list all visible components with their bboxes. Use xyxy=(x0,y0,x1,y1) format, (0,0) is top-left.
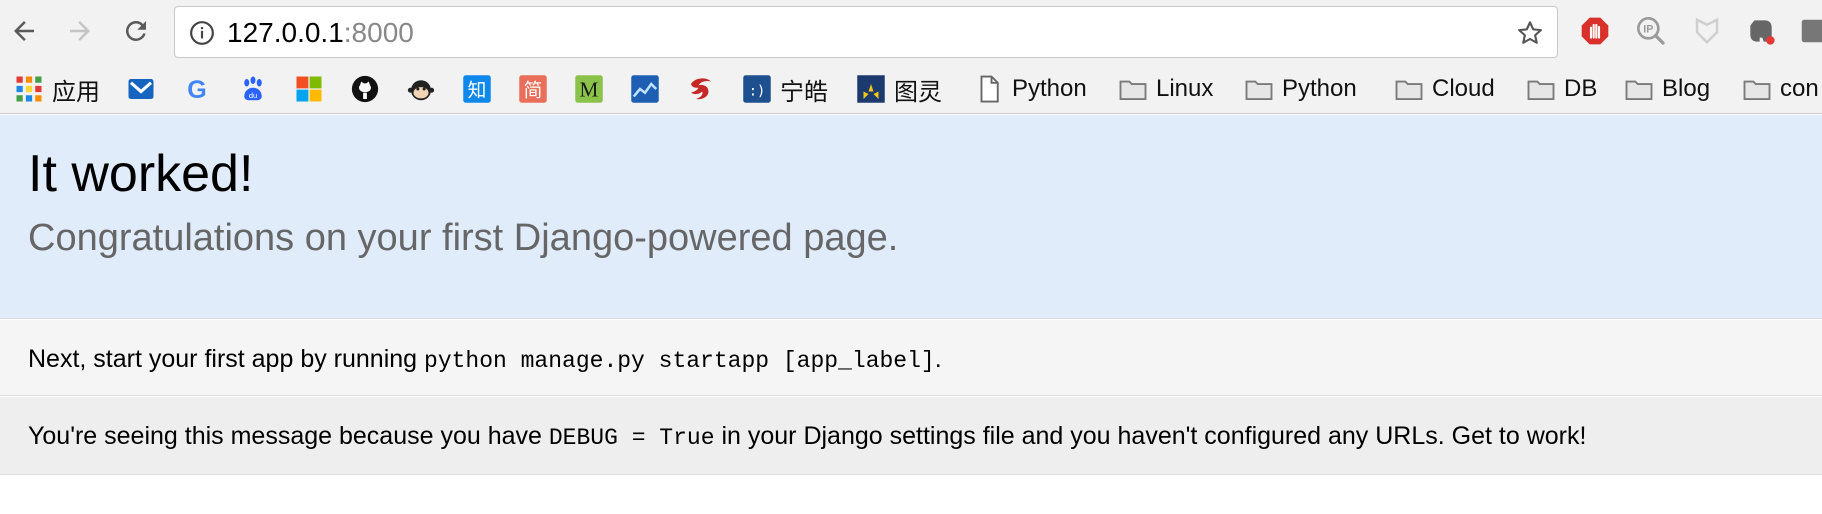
bookmark-folder-linux[interactable]: Linux xyxy=(1118,64,1214,113)
bookmark-label: con xyxy=(1780,75,1819,102)
ninghao-icon: :) xyxy=(742,74,772,104)
instructions-before: Next, start your first app by running xyxy=(28,345,425,373)
red-logo-icon xyxy=(686,74,716,104)
bookmark-folder-con[interactable]: con xyxy=(1742,64,1819,113)
explanation-text: You're seeing this message because you h… xyxy=(28,421,1586,453)
bookmark-google[interactable]: G xyxy=(182,64,212,113)
extension-evernote[interactable] xyxy=(1744,14,1778,48)
extension-ip[interactable]: IP xyxy=(1634,14,1668,48)
mail-icon xyxy=(126,74,156,104)
explanation-section: You're seeing this message because you h… xyxy=(0,397,1822,475)
m-icon: M xyxy=(574,74,604,104)
google-icon: G xyxy=(182,74,212,104)
bookmark-jianshu[interactable]: 简 xyxy=(518,64,548,113)
github-icon xyxy=(350,74,380,104)
reload-button[interactable] xyxy=(118,12,154,50)
bookmark-label: DB xyxy=(1564,75,1598,102)
instructions-section: Next, start your first app by running py… xyxy=(0,320,1822,396)
elephant-icon xyxy=(1750,20,1775,45)
browser-toolbar: 127.0.0.1:8000 IP xyxy=(0,0,1822,64)
bookmark-label: Cloud xyxy=(1432,75,1495,102)
debug-setting: DEBUG = True xyxy=(548,425,715,451)
turing-icon xyxy=(856,74,886,104)
url-host: 127.0.0.1 xyxy=(227,17,344,48)
bookmark-folder-db[interactable]: DB xyxy=(1526,64,1598,113)
page-title: It worked! xyxy=(28,145,254,203)
bookmark-label: 宁皓 xyxy=(780,78,828,106)
bookmark-label: Python xyxy=(1282,75,1357,102)
bookmark-chart[interactable] xyxy=(630,64,660,113)
explanation-after: in your Django settings file and you hav… xyxy=(714,422,1587,450)
shield-icon xyxy=(1695,17,1719,45)
bookmark-star-icon[interactable] xyxy=(1515,18,1545,48)
instructions-after: . xyxy=(934,345,942,373)
bookmark-folder-python[interactable]: Python xyxy=(1244,64,1357,113)
bookmark-folder-cloud[interactable]: Cloud xyxy=(1394,64,1495,113)
summary-section: It worked! Congratulations on your first… xyxy=(0,115,1822,319)
jianshu-icon: 简 xyxy=(518,74,548,104)
page-icon xyxy=(974,74,1004,104)
forward-button[interactable] xyxy=(62,12,98,50)
extension-overflow[interactable] xyxy=(1796,14,1822,48)
extension-adblock[interactable] xyxy=(1578,14,1612,48)
url-text[interactable]: 127.0.0.1:8000 xyxy=(227,17,414,49)
microsoft-icon xyxy=(294,74,324,104)
bookmark-monkey[interactable] xyxy=(406,64,436,113)
bookmark-label: 应用 xyxy=(52,78,100,106)
url-port: :8000 xyxy=(343,17,414,48)
svg-text:G: G xyxy=(187,76,206,104)
bookmark-github[interactable] xyxy=(350,64,380,113)
svg-text:简: 简 xyxy=(524,80,543,102)
bookmark-python-page[interactable]: Python xyxy=(974,64,1087,113)
extension-icon xyxy=(1801,19,1822,43)
bookmark-apps[interactable]: 应用 xyxy=(14,64,100,113)
folder-icon xyxy=(1394,74,1424,104)
bookmark-folder-blog[interactable]: Blog xyxy=(1624,64,1711,113)
bookmark-baidu[interactable]: du xyxy=(238,64,268,113)
instructions-text: Next, start your first app by running py… xyxy=(28,344,942,376)
baidu-icon: du xyxy=(238,74,268,104)
page-subtitle: Congratulations on your first Django-pow… xyxy=(28,217,899,259)
bookmarks-bar: 应用 G du 知 简 M :) 宁皓 图灵 Python Linux Pyth… xyxy=(0,64,1822,114)
folder-icon xyxy=(1526,74,1556,104)
zhihu-icon: 知 xyxy=(462,74,492,104)
bookmark-zhihu[interactable]: 知 xyxy=(462,64,492,113)
back-button[interactable] xyxy=(6,12,42,50)
bookmark-label: Blog xyxy=(1662,75,1711,102)
chart-icon xyxy=(630,74,660,104)
reload-icon xyxy=(125,20,146,41)
address-bar[interactable]: 127.0.0.1:8000 xyxy=(174,6,1558,58)
apps-grid-icon xyxy=(14,74,44,104)
startapp-command: python manage.py startapp [app_label] xyxy=(424,348,935,374)
svg-text:du: du xyxy=(249,91,257,100)
explanation-before: You're seeing this message because you h… xyxy=(28,422,549,450)
folder-icon xyxy=(1624,74,1654,104)
folder-icon xyxy=(1742,74,1772,104)
bookmark-turing[interactable]: 图灵 xyxy=(856,64,942,113)
svg-text:IP: IP xyxy=(1643,23,1653,35)
svg-text::): :) xyxy=(749,83,766,99)
bookmark-m[interactable]: M xyxy=(574,64,604,113)
bookmark-label: Python xyxy=(1012,75,1087,102)
folder-icon xyxy=(1118,74,1148,104)
arrow-right-icon xyxy=(70,21,90,41)
monkey-icon xyxy=(406,74,436,104)
bookmark-microsoft[interactable] xyxy=(294,64,324,113)
info-icon[interactable] xyxy=(189,20,215,46)
ip-magnifier-icon: IP xyxy=(1637,17,1665,45)
svg-text:M: M xyxy=(580,78,599,102)
svg-text:知: 知 xyxy=(468,80,487,102)
bookmark-label: 图灵 xyxy=(894,78,942,106)
stop-hand-icon xyxy=(1581,17,1609,45)
arrow-left-icon xyxy=(14,21,34,41)
bookmark-red-logo[interactable] xyxy=(686,64,716,113)
folder-icon xyxy=(1244,74,1274,104)
bookmark-label: Linux xyxy=(1156,75,1214,102)
extension-shield[interactable] xyxy=(1690,14,1724,48)
bookmark-mail[interactable] xyxy=(126,64,156,113)
bookmark-ninghao[interactable]: :) 宁皓 xyxy=(742,64,828,113)
